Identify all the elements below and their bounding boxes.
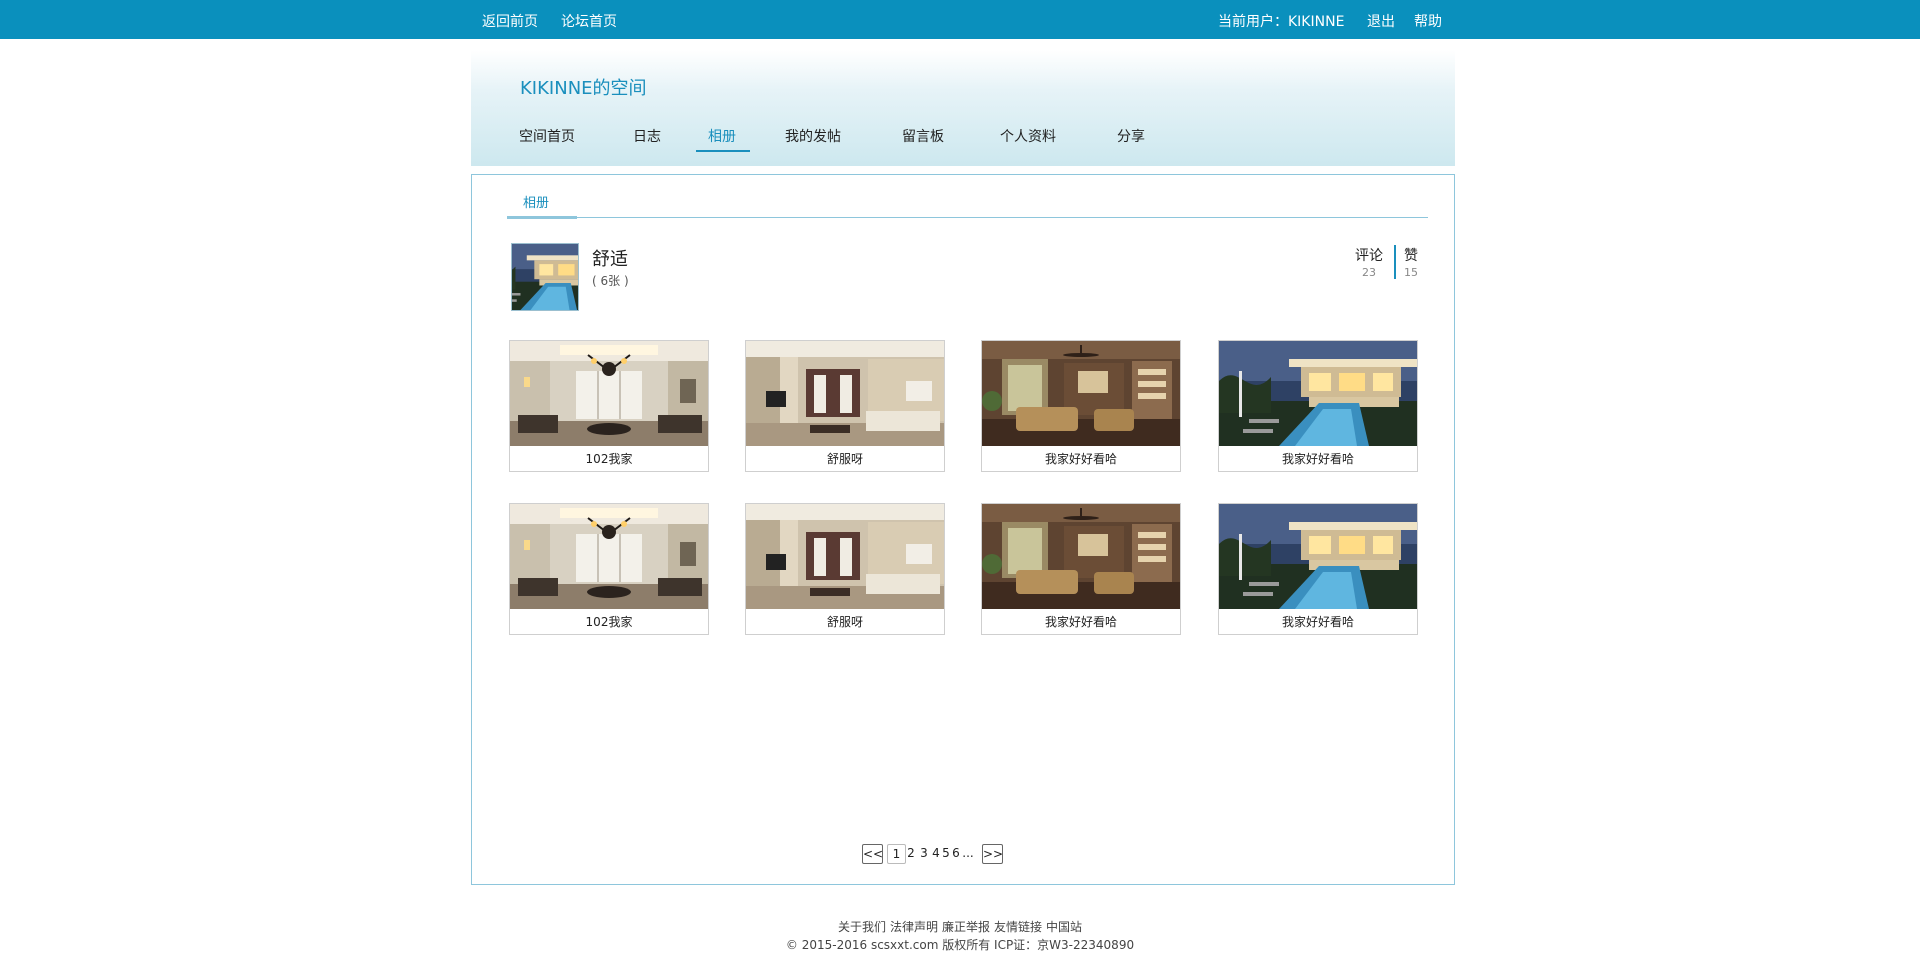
tab-album[interactable]: 相册 <box>523 192 549 211</box>
album-cover-thumbnail[interactable] <box>511 243 579 311</box>
space-header: KIKINNE的空间 空间首页 日志 相册 我的发帖 留言板 个人资料 分享 <box>471 50 1455 166</box>
top-bar-inner: 返回前页 论坛首页 当前用户：KIKINNE 退出 帮助 <box>471 0 1455 39</box>
classic-living-room-photo-icon <box>982 341 1180 446</box>
photo-card[interactable]: 我家好好看哈 <box>981 340 1181 472</box>
top-bar: 返回前页 论坛首页 当前用户：KIKINNE 退出 帮助 <box>0 0 1920 39</box>
nav-active-indicator <box>696 150 750 152</box>
nav-message-board[interactable]: 留言板 <box>902 128 944 146</box>
page-3-button[interactable]: 3 <box>918 844 930 862</box>
classic-living-room-photo-icon <box>982 504 1180 609</box>
villa-pool-photo-icon <box>1219 504 1417 609</box>
living-room-chandelier-photo-icon <box>510 504 708 609</box>
like-stat[interactable]: 赞 15 <box>1404 247 1418 281</box>
nav-share[interactable]: 分享 <box>1117 128 1145 146</box>
footer-link-legal[interactable]: 法律声明 <box>890 920 938 934</box>
next-page-button[interactable]: >> <box>982 844 1003 864</box>
forum-home-link[interactable]: 论坛首页 <box>561 13 617 31</box>
page-4-button[interactable]: 4 <box>931 844 941 862</box>
comment-label: 评论 <box>1355 248 1383 264</box>
footer-link-friends[interactable]: 友情链接 <box>994 920 1042 934</box>
album-name: 舒适 <box>592 249 628 270</box>
photo-caption: 我家好好看哈 <box>1281 452 1354 466</box>
like-label: 赞 <box>1404 248 1418 264</box>
nav-space-home[interactable]: 空间首页 <box>519 128 575 146</box>
footer: 关于我们 法律声明 廉正举报 友情链接 中国站 © 2015-2016 scsxxt.c… <box>0 918 1920 954</box>
page-1-button[interactable]: 1 <box>887 844 906 864</box>
album-photo-count: ( 6张 ) <box>592 274 629 288</box>
footer-copyright: © 2015-2016 scsxxt.com 版权所有 ICP证：京W3-223… <box>785 938 1135 952</box>
photo-card[interactable]: 舒服呀 <box>745 503 945 635</box>
comment-stat[interactable]: 评论 23 <box>1355 247 1383 281</box>
album-content: 相册 舒适 ( 6张 ) 评论 23 赞 15 102我家 舒服呀 我家好好看哈… <box>471 174 1455 885</box>
footer-link-about[interactable]: 关于我们 <box>838 920 886 934</box>
stat-divider <box>1394 245 1396 279</box>
nav-profile[interactable]: 个人资料 <box>1000 128 1056 146</box>
prev-page-button[interactable]: << <box>862 844 883 864</box>
like-count: 15 <box>1404 266 1418 279</box>
photo-card[interactable]: 舒服呀 <box>745 340 945 472</box>
nav-blog[interactable]: 日志 <box>633 128 661 146</box>
back-home-link[interactable]: 返回前页 <box>482 13 538 31</box>
page-5-button[interactable]: 5 <box>941 844 951 862</box>
footer-links: 关于我们 法律声明 廉正举报 友情链接 中国站 <box>0 918 1920 936</box>
modern-living-room-photo-icon <box>746 341 944 446</box>
photo-card[interactable]: 我家好好看哈 <box>981 503 1181 635</box>
modern-living-room-photo-icon <box>746 504 944 609</box>
tab-divider <box>507 217 1428 218</box>
photo-caption: 舒服呀 <box>826 452 863 466</box>
footer-link-china-site[interactable]: 中国站 <box>1046 920 1082 934</box>
photo-caption: 我家好好看哈 <box>1281 615 1354 629</box>
footer-link-report[interactable]: 廉正举报 <box>942 920 990 934</box>
villa-pool-photo-icon <box>1219 341 1417 446</box>
space-title: KIKINNE的空间 <box>520 78 647 99</box>
page-6-button[interactable]: 6 <box>951 844 961 862</box>
photo-caption: 我家好好看哈 <box>1044 615 1117 629</box>
photo-caption: 102我家 <box>585 615 633 629</box>
photo-card[interactable]: 我家好好看哈 <box>1218 340 1418 472</box>
photo-card[interactable]: 我家好好看哈 <box>1218 503 1418 635</box>
photo-caption: 102我家 <box>585 452 633 466</box>
photo-card[interactable]: 102我家 <box>509 503 709 635</box>
living-room-chandelier-photo-icon <box>510 341 708 446</box>
nav-my-posts[interactable]: 我的发帖 <box>785 128 841 146</box>
nav-album[interactable]: 相册 <box>708 128 736 146</box>
page-ellipsis: ... <box>962 846 974 860</box>
comment-count: 23 <box>1362 266 1376 279</box>
page-2-button[interactable]: 2 <box>905 844 917 862</box>
current-user-label: 当前用户：KIKINNE <box>1218 14 1345 30</box>
logout-link[interactable]: 退出 <box>1367 13 1395 31</box>
photo-card[interactable]: 102我家 <box>509 340 709 472</box>
tab-active-indicator <box>507 216 577 219</box>
help-link[interactable]: 帮助 <box>1414 13 1442 31</box>
villa-pool-thumbnail-icon <box>512 244 578 310</box>
photo-caption: 舒服呀 <box>826 615 863 629</box>
photo-caption: 我家好好看哈 <box>1044 452 1117 466</box>
